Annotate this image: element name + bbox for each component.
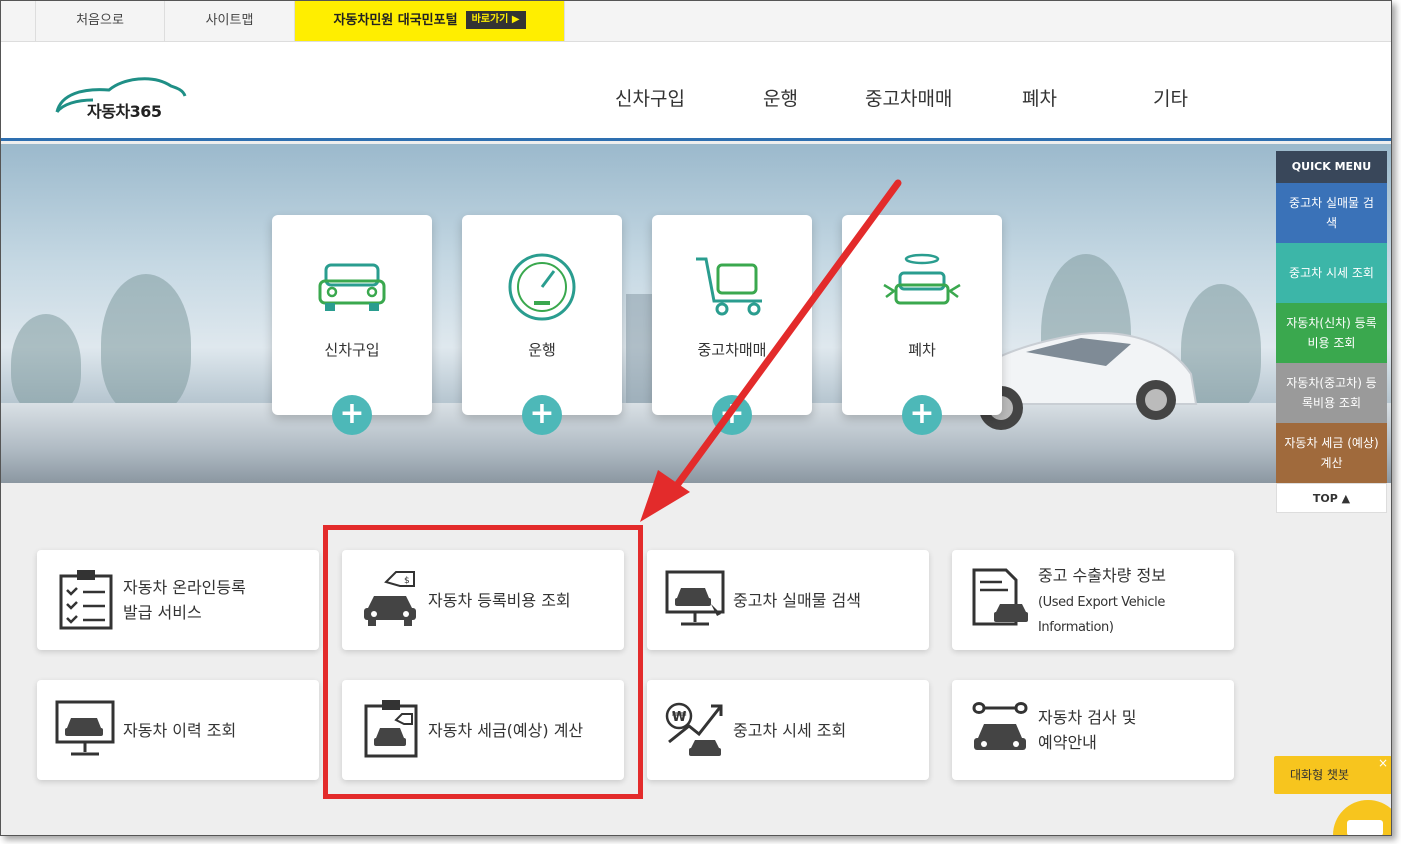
sitemap-link[interactable]: 사이트맵 [165,1,295,41]
browser-viewport: 처음으로 사이트맵 자동차민원 대국민포털 바로가기 ▶ 자동차365 신차구입 … [0,0,1392,836]
wrench-car-icon [972,702,1028,750]
portal-link[interactable]: 자동차민원 대국민포털 바로가기 ▶ [295,1,565,41]
category-plus-button[interactable]: + [332,395,372,435]
nav-etc[interactable]: 기타 [1153,84,1188,111]
quick-item-used-car-search[interactable]: 중고차 실매물 검색 [1276,183,1387,243]
service-label: 자동차 이력 조회 [123,720,237,740]
speedometer-icon [508,253,576,321]
service-label-line1: 중고 수출차량 정보 [1038,565,1166,585]
logo-text: 자동차365 [87,102,162,121]
document-car-icon [972,568,1028,626]
service-used-car-search[interactable]: 중고차 실매물 검색 [647,550,929,650]
shopping-cart-car-icon [696,257,762,316]
chatbot-label: 대화형 챗봇 [1290,768,1350,782]
monitor-car-search-icon [665,570,725,626]
category-card-scrap[interactable]: 폐차 + [842,215,1002,435]
service-used-car-price[interactable]: ₩ 중고차 시세 조회 [647,680,929,780]
service-online-registration[interactable]: 자동차 온라인등록발급 서비스 [37,550,319,650]
service-used-export-info[interactable]: 중고 수출차량 정보 (Used Export Vehicle Informatio… [952,550,1234,650]
nav-new-car[interactable]: 신차구입 [615,84,685,111]
annotation-highlight-box [323,525,643,799]
svg-text:₩: ₩ [672,710,687,725]
car-front-icon [318,263,386,311]
service-label-line1: 자동차 온라인등록 [123,578,246,597]
angel-car-icon [883,253,961,305]
quick-item-used-car-price[interactable]: 중고차 시세 조회 [1276,243,1387,303]
service-label-line2: (Used Export Vehicle [1038,594,1165,610]
nav-scrap[interactable]: 폐차 [1022,84,1057,111]
site-logo[interactable]: 자동차365 [53,76,193,126]
category-card-driving[interactable]: 운행 + [462,215,622,435]
category-card-used-car[interactable]: 중고차매매 + [652,215,812,435]
quick-item-tax-calc[interactable]: 자동차 세금 (예상) 계산 [1276,423,1387,483]
portal-go-button[interactable]: 바로가기 ▶ [465,10,526,29]
quick-menu-title: QUICK MENU [1276,151,1387,183]
category-label: 폐차 [908,341,936,359]
portal-label: 자동차민원 대국민포털 [333,13,458,28]
clipboard-checklist-icon [59,570,113,630]
service-label-line2: 발급 서비스 [123,603,202,622]
category-card-new-car[interactable]: 신차구입 + [272,215,432,435]
quick-item-new-car-reg-cost[interactable]: 자동차(신차) 등록비용 조회 [1276,303,1387,363]
chatbot-button[interactable]: 대화형 챗봇 × [1274,756,1391,794]
service-inspection-booking[interactable]: 자동차 검사 및예약안내 [952,680,1234,780]
service-label-line3: Information) [1038,619,1114,635]
category-label: 운행 [528,341,556,359]
service-label: 중고 수출차량 정보 (Used Export Vehicle Informatio… [1038,550,1228,650]
category-plus-button[interactable]: + [522,395,562,435]
chat-bubble-icon[interactable] [1333,800,1391,835]
service-vehicle-history[interactable]: 자동차 이력 조회 [37,680,319,780]
category-label: 중고차매매 [697,341,767,359]
home-link[interactable]: 처음으로 [35,1,165,41]
top-button[interactable]: TOP ▲ [1276,483,1387,513]
service-label-line2: 예약안내 [1038,733,1097,752]
background-tree [11,314,81,414]
service-label: 중고차 시세 조회 [733,720,847,740]
background-tree [101,274,191,414]
service-label-line1: 자동차 검사 및 [1038,708,1137,727]
nav-driving[interactable]: 운행 [763,84,798,111]
won-trend-car-icon: ₩ [665,702,723,756]
hero-banner: 신차구입 + 운행 + 중고차매매 + 폐차 + [1,144,1391,483]
nav-used-car[interactable]: 중고차매매 [865,84,952,111]
category-plus-button[interactable]: + [902,395,942,435]
chatbot-close-icon[interactable]: × [1378,744,1388,782]
chat-bubble-inner [1347,820,1383,835]
quick-menu: QUICK MENU 중고차 실매물 검색 중고차 시세 조회 자동차(신차) … [1276,151,1387,513]
category-label: 신차구입 [324,341,380,359]
background-building [626,294,652,404]
quick-item-used-car-reg-cost[interactable]: 자동차(중고차) 등록비용 조회 [1276,363,1387,423]
monitor-car-icon [55,700,115,756]
site-header: 자동차365 신차구입 운행 중고차매매 폐차 기타 [1,42,1391,141]
service-label: 자동차 검사 및예약안내 [1038,680,1228,780]
service-label: 중고차 실매물 검색 [733,590,861,610]
service-label: 자동차 온라인등록발급 서비스 [123,550,313,650]
category-plus-button[interactable]: + [712,395,752,435]
utility-bar: 처음으로 사이트맵 자동차민원 대국민포털 바로가기 ▶ [1,1,1391,42]
